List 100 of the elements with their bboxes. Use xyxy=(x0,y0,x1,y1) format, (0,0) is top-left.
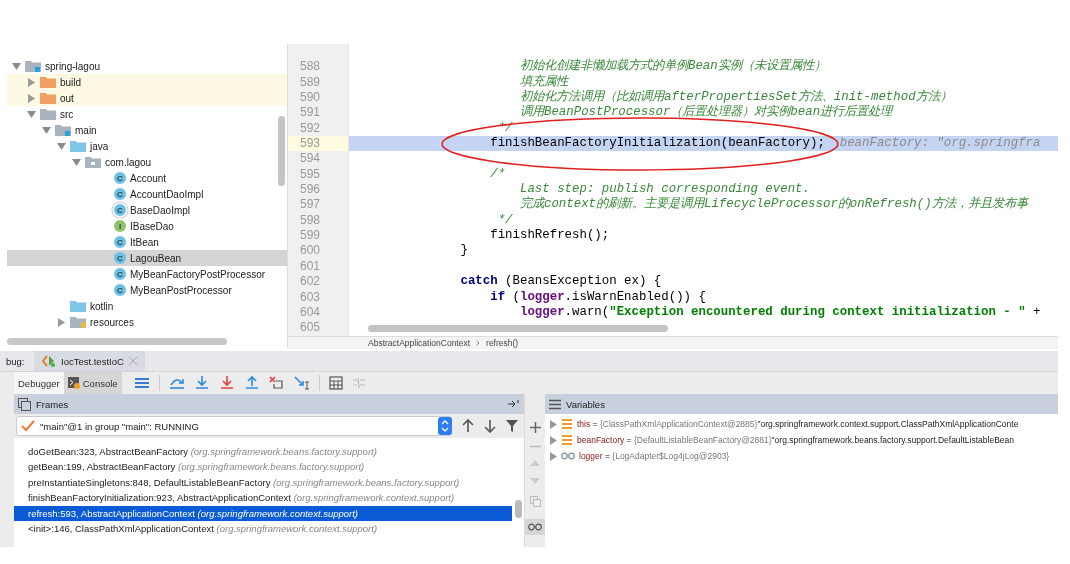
line-number: 588 xyxy=(299,59,322,75)
class-icon: C xyxy=(114,268,126,280)
tree-item[interactable]: spring-lagou xyxy=(7,58,287,74)
minus-icon[interactable] xyxy=(529,445,541,448)
tree-item[interactable]: C MyBeanFactoryPostProcessor xyxy=(7,266,287,282)
field-icon xyxy=(561,434,573,446)
class-icon: C xyxy=(114,284,126,296)
tree-item[interactable]: build xyxy=(7,74,287,90)
variable-entry[interactable]: this = {ClassPathXmlApplicationContext@2885}"org.springframework.context.support.ClassPathXmlApplicationConte xyxy=(577,419,1019,429)
class-icon: C xyxy=(114,236,126,248)
collapsed-arrow-icon[interactable] xyxy=(26,77,36,87)
cursor-arrow-icon[interactable] xyxy=(293,376,310,390)
tree-item[interactable]: C BaseDaoImpl xyxy=(7,202,287,218)
scrollbar[interactable] xyxy=(368,325,668,332)
expanded-arrow-icon[interactable] xyxy=(26,109,36,119)
tree-item[interactable]: C LagouBean xyxy=(7,250,287,266)
stack-frame[interactable]: getBean:199, AbstractBeanFactory (org.springframework.beans.factory.support) xyxy=(14,459,512,475)
up-arrow-icon[interactable] xyxy=(243,376,260,390)
tree-item[interactable]: kotlin xyxy=(7,298,287,314)
down-arrow-icon[interactable] xyxy=(484,419,496,433)
collapsed-arrow-icon[interactable] xyxy=(26,93,36,103)
filter-icon[interactable] xyxy=(506,419,518,433)
breadcrumb[interactable]: AbstractApplicationContext xyxy=(368,337,471,348)
tree-item[interactable]: I IBaseDao xyxy=(7,218,287,234)
class-icon: C xyxy=(114,172,126,184)
copy-icon[interactable] xyxy=(529,496,541,507)
calculator-icon[interactable] xyxy=(328,376,343,390)
folder-icon xyxy=(55,124,71,136)
panel-label: bug: xyxy=(5,355,26,367)
menu-icon[interactable] xyxy=(549,398,561,410)
curved-arrow-icon[interactable] xyxy=(168,376,185,390)
folder-icon xyxy=(85,156,101,168)
scrollbar[interactable] xyxy=(515,500,522,518)
line-number: 593 xyxy=(288,136,348,152)
code-line: logger.warn("Exception encountered during context initialization - " + xyxy=(518,304,1042,321)
class-icon: I xyxy=(114,220,126,232)
code-line: finishRefresh(); xyxy=(489,228,611,244)
session-tab[interactable]: IocTest.testIoC xyxy=(34,351,145,371)
tree-item[interactable]: main xyxy=(7,122,287,138)
folder-icon xyxy=(25,60,41,72)
collapsed-arrow-icon[interactable] xyxy=(56,317,66,327)
code-line: catch (BeansException ex) { xyxy=(459,274,663,290)
pin-arrow-icon[interactable] xyxy=(508,399,520,409)
stack-frame[interactable]: <init>:146, ClassPathXmlApplicationContext (org.springframework.context.support) xyxy=(14,520,512,537)
glasses-button[interactable] xyxy=(525,519,545,535)
line-number: 602 xyxy=(299,274,322,290)
close-icon[interactable] xyxy=(128,357,137,365)
line-number: 601 xyxy=(299,258,322,275)
tree-item[interactable]: C ItBean xyxy=(7,234,287,250)
tree-item[interactable]: C Account xyxy=(7,170,287,186)
breadcrumb[interactable]: refresh() xyxy=(486,337,519,348)
expanded-arrow-icon[interactable] xyxy=(41,125,51,135)
scrollbar[interactable] xyxy=(7,338,227,345)
scrollbar[interactable] xyxy=(278,116,285,186)
line-number: 604 xyxy=(299,304,322,321)
panel-tab[interactable]: Console xyxy=(63,372,122,394)
line-number: 599 xyxy=(299,228,322,244)
line-number: 595 xyxy=(299,166,322,183)
line-number: 596 xyxy=(299,182,322,198)
tree-item[interactable]: C AccountDaoImpl xyxy=(7,186,287,202)
line-number: 591 xyxy=(299,105,322,121)
tree-item[interactable]: C MyBeanPostProcessor xyxy=(7,282,287,298)
variable-entry[interactable]: beanFactory = {DefaultListableBeanFactory@2881}"org.springframework.beans.factory.support.DefaultListableBean xyxy=(577,435,1014,445)
folder-icon xyxy=(70,300,86,312)
line-number: 592 xyxy=(299,120,322,137)
stepper-icon[interactable] xyxy=(438,417,452,435)
plus-icon[interactable] xyxy=(529,422,541,433)
tree-item[interactable]: java xyxy=(7,138,287,154)
line-number: 590 xyxy=(299,90,322,106)
panel-tab[interactable]: Debugger xyxy=(14,372,64,394)
folder-icon xyxy=(40,92,56,104)
stack-frame[interactable]: preInstantiateSingletons:848, DefaultListableBeanFactory (org.springframework.beans.factory.support) xyxy=(14,474,512,491)
up-arrow-icon[interactable] xyxy=(462,419,474,433)
tree-item[interactable]: src xyxy=(7,106,287,122)
frames-icon xyxy=(18,397,31,411)
tree-item[interactable]: out xyxy=(7,90,287,106)
code-line: if (logger.isWarnEnabled()) { xyxy=(489,289,707,305)
tree-item[interactable]: resources xyxy=(7,314,287,330)
thread-dropdown[interactable]: "main"@1 in group "main": RUNNING xyxy=(16,416,452,436)
cross-frame-icon[interactable] xyxy=(268,376,285,390)
glasses-icon xyxy=(561,452,575,460)
code-line: } xyxy=(459,243,469,259)
expanded-arrow-icon[interactable] xyxy=(56,141,66,151)
code-line: */ xyxy=(496,212,514,229)
expanded-arrow-icon[interactable] xyxy=(11,61,21,71)
line-number: 598 xyxy=(299,212,322,229)
stack-frame[interactable]: doGetBean:323, AbstractBeanFactory (org.springframework.beans.factory.support) xyxy=(14,444,512,460)
code-line: 填充属性 xyxy=(518,74,570,89)
field-icon xyxy=(561,418,573,430)
menu-icon[interactable] xyxy=(133,376,150,390)
variable-entry[interactable]: logger = {LogAdapter$Log4jLog@2903} xyxy=(579,451,730,461)
folder-icon xyxy=(40,76,56,88)
tree-item[interactable]: com.lagou xyxy=(7,154,287,170)
stack-frame[interactable]: refresh:593, AbstractApplicationContext (org.springframework.context.support) xyxy=(14,505,512,521)
down-arrow-icon[interactable] xyxy=(193,376,210,390)
stack-frame[interactable]: finishBeanFactoryInitialization:923, AbstractApplicationContext (org.springframework.context.support) xyxy=(14,490,512,506)
debug-run-icon xyxy=(42,355,56,367)
chevron-icon xyxy=(476,339,481,346)
expanded-arrow-icon[interactable] xyxy=(71,157,81,167)
down-arrow-icon[interactable] xyxy=(218,376,235,390)
